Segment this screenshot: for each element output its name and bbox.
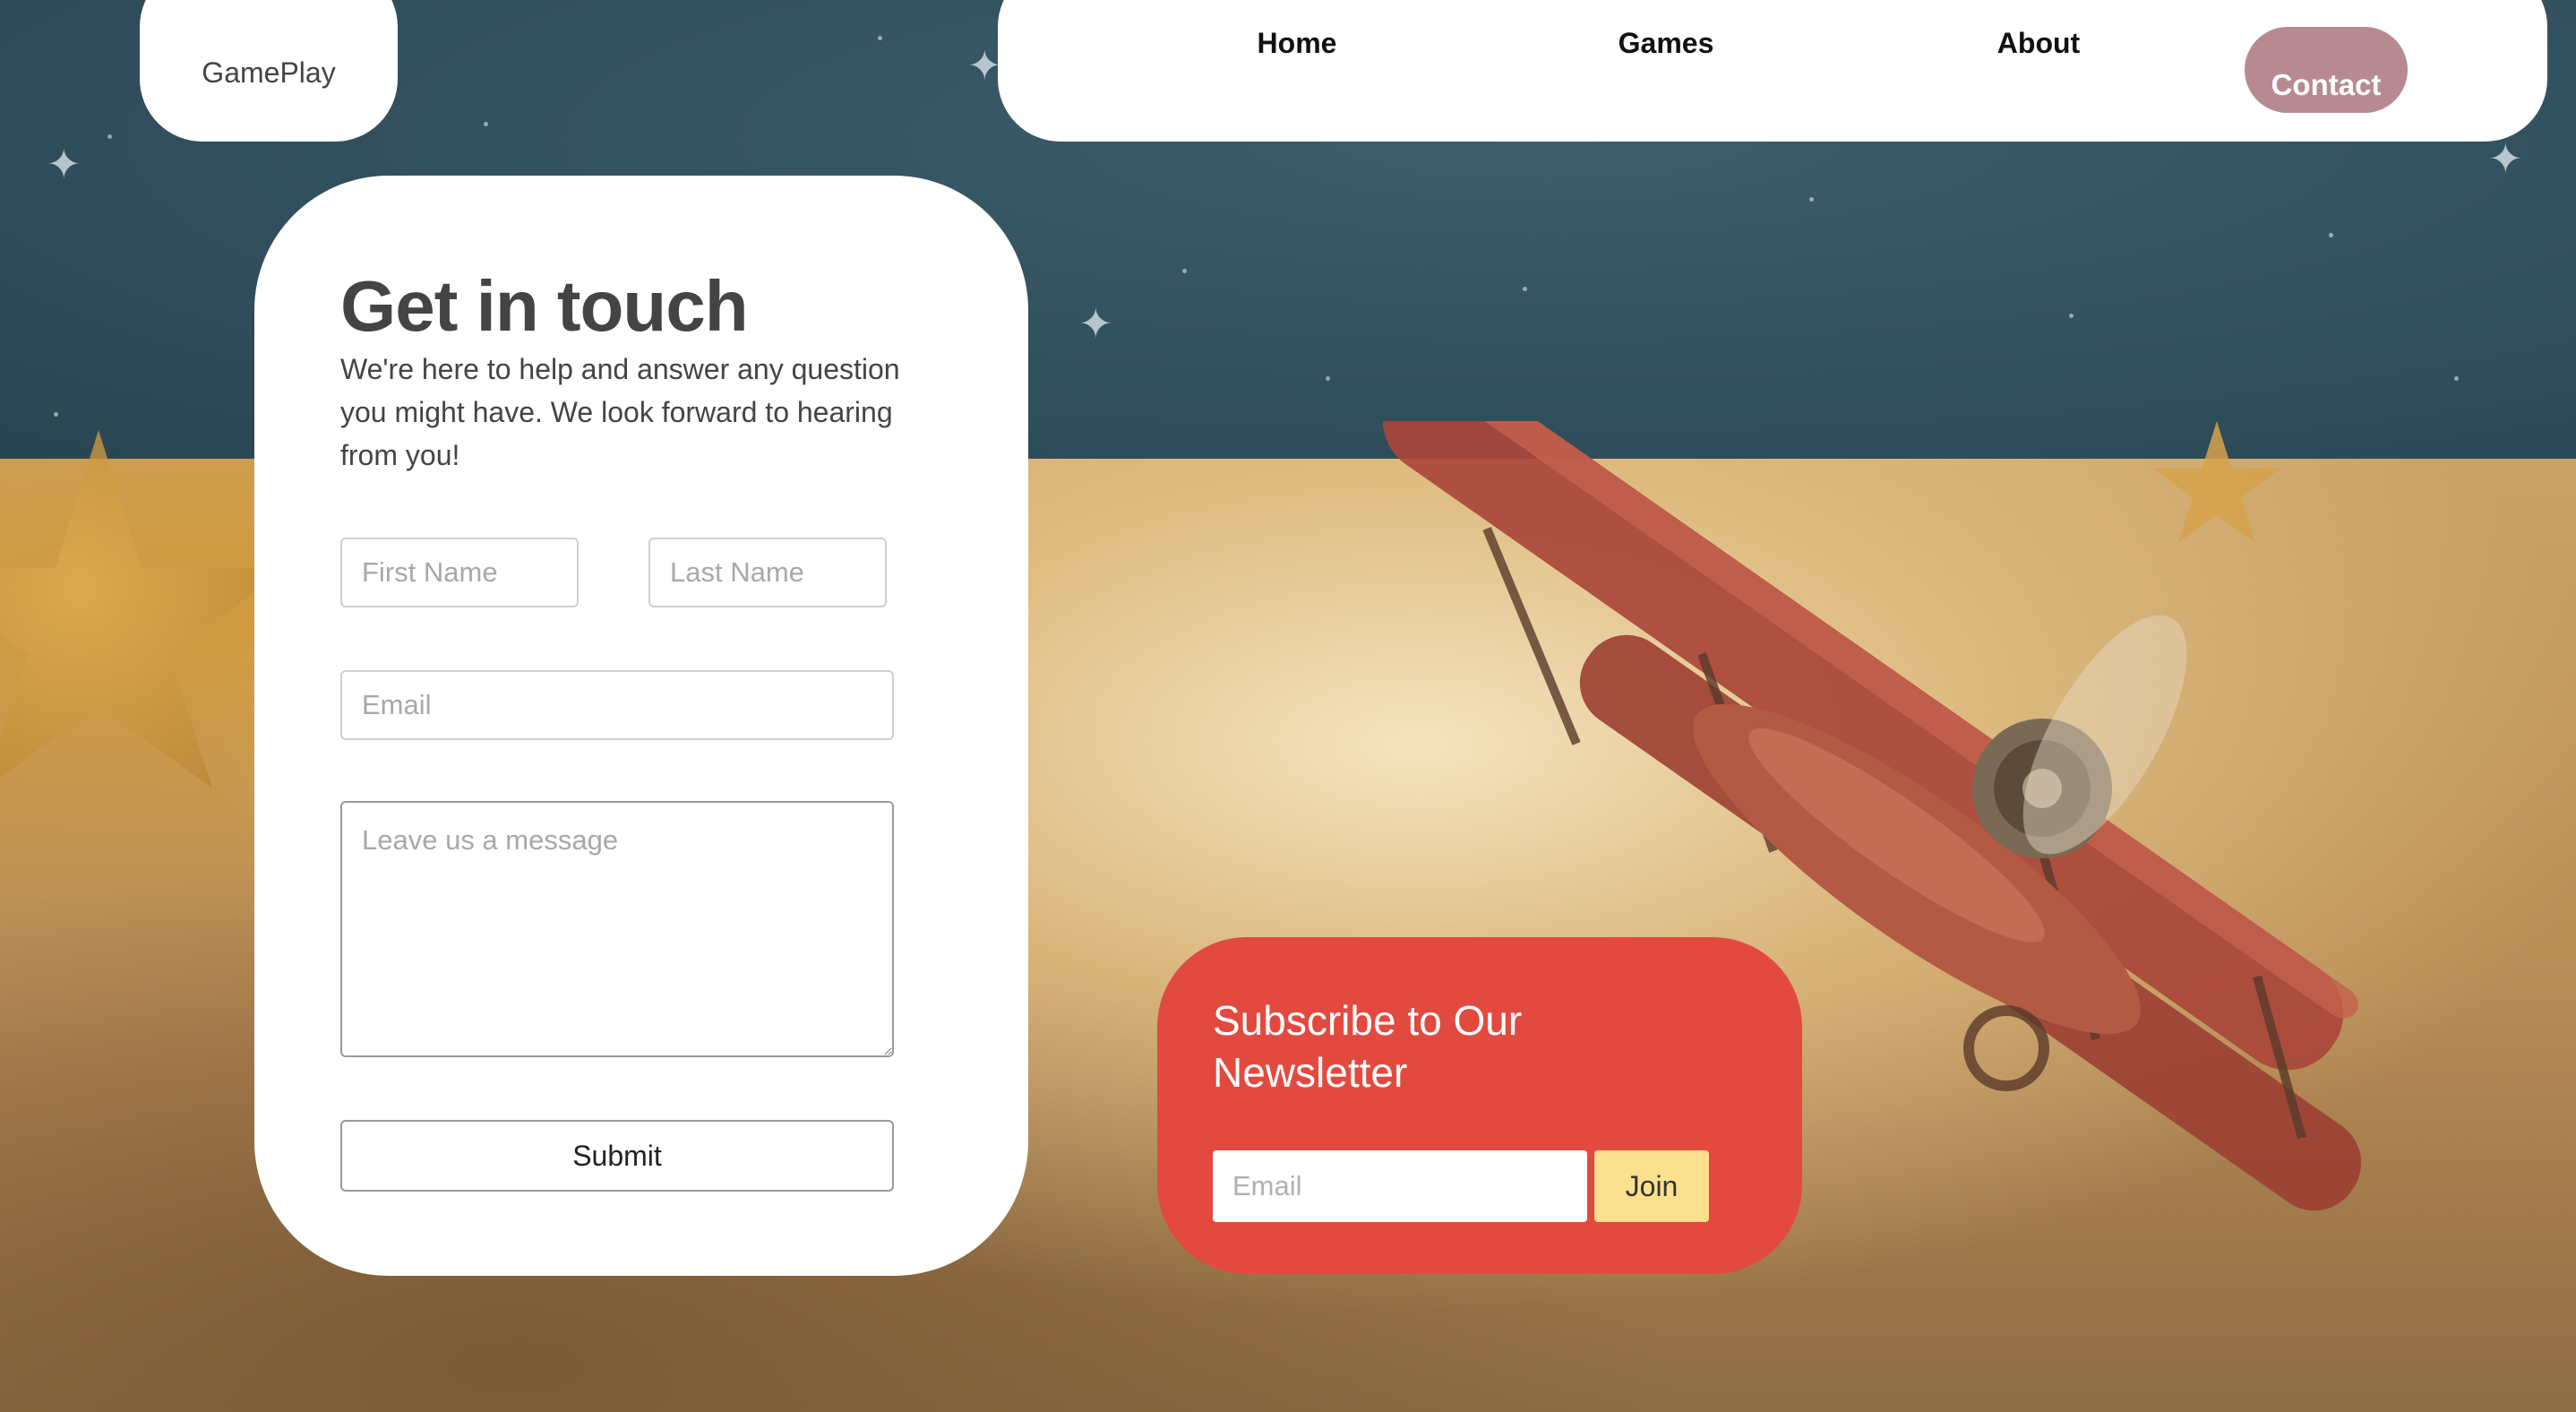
sparkle-icon: ✦ — [967, 42, 1002, 89]
submit-button[interactable]: Submit — [340, 1120, 894, 1192]
star-dot — [1809, 197, 1814, 202]
first-name-input[interactable] — [340, 538, 579, 607]
star-dot — [2454, 376, 2459, 381]
brand-logo[interactable]: GamePlay — [140, 0, 398, 142]
star-dot — [484, 122, 488, 126]
star-dot — [1182, 269, 1187, 273]
nav-contact[interactable]: Contact — [2245, 27, 2408, 113]
nav-home[interactable]: Home — [1207, 27, 1387, 60]
newsletter-card: Subscribe to Our Newsletter Join — [1157, 937, 1802, 1274]
star-dot — [878, 36, 882, 40]
last-name-input[interactable] — [648, 538, 887, 607]
message-textarea[interactable] — [340, 801, 894, 1057]
star-dot — [2329, 233, 2333, 237]
contact-form-card: Get in touch We're here to help and answ… — [254, 176, 1028, 1276]
star-dot — [107, 134, 112, 139]
sparkle-icon: ✦ — [2488, 135, 2523, 182]
join-button[interactable]: Join — [1594, 1150, 1709, 1222]
brand-name: GamePlay — [202, 56, 336, 89]
page-title: Get in touch — [340, 266, 749, 346]
newsletter-title: Subscribe to Our Newsletter — [1213, 997, 1523, 1096]
nav-about[interactable]: About — [1949, 27, 2128, 60]
main-navigation: Home Games About Contact — [998, 0, 2547, 142]
star-dot — [54, 412, 58, 417]
star-dot — [2069, 314, 2074, 318]
email-input[interactable] — [340, 670, 894, 740]
sparkle-icon: ✦ — [47, 141, 82, 187]
contact-description: We're here to help and answer any questi… — [340, 353, 900, 471]
newsletter-email-input[interactable] — [1213, 1150, 1587, 1222]
nav-games[interactable]: Games — [1576, 27, 1756, 60]
sparkle-icon: ✦ — [1078, 300, 1113, 347]
star-dot — [1523, 287, 1527, 291]
star-dot — [1326, 376, 1330, 381]
